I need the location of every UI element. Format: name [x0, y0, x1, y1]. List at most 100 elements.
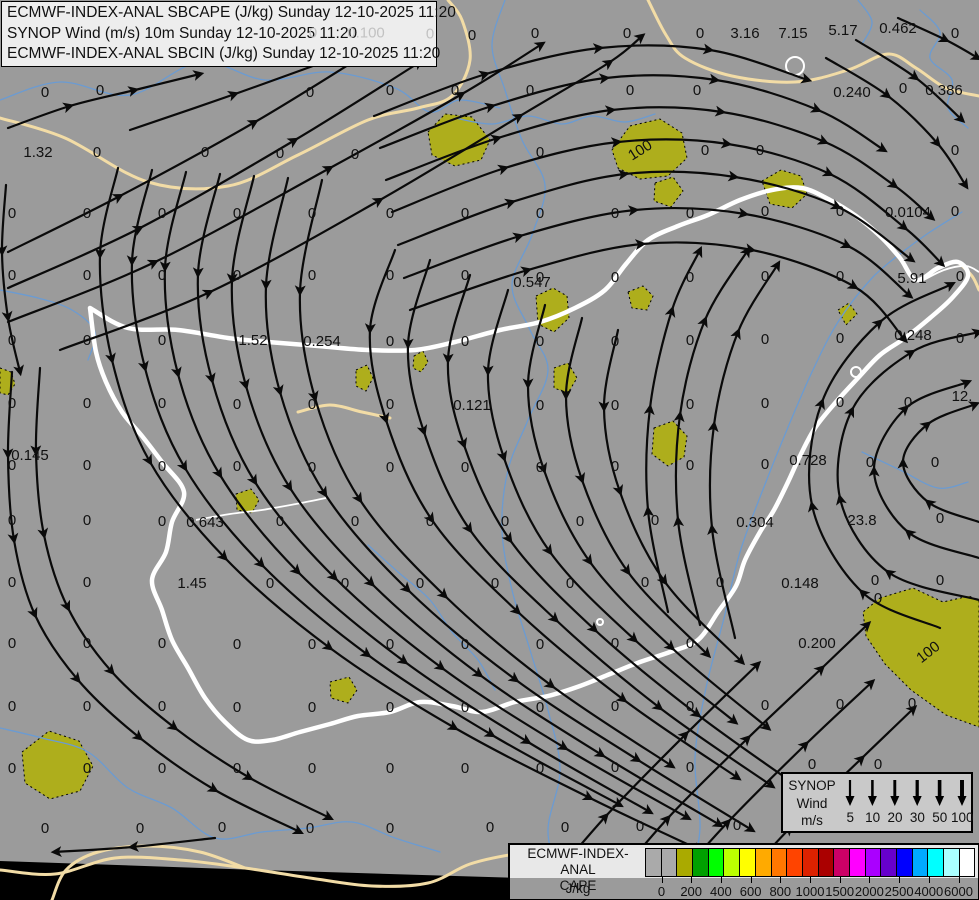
- svg-text:0: 0: [536, 144, 544, 161]
- svg-text:0: 0: [276, 145, 284, 162]
- title-line-sbcape: ECMWF-INDEX-ANAL SBCAPE (J/kg) Sunday 12…: [7, 4, 456, 21]
- svg-text:0: 0: [276, 513, 284, 530]
- svg-text:0: 0: [536, 333, 544, 350]
- svg-text:0: 0: [686, 396, 694, 413]
- cape-tick-mark: [928, 876, 930, 883]
- synop-wind-legend: SYNOP Wind m/s 5 10 20 30 50 100: [781, 772, 973, 833]
- svg-text:0: 0: [611, 458, 619, 475]
- svg-text:0: 0: [158, 458, 166, 475]
- cape-tick-mark: [839, 876, 841, 883]
- svg-text:0: 0: [83, 205, 91, 222]
- svg-text:0: 0: [686, 698, 694, 715]
- svg-text:0.148: 0.148: [781, 575, 819, 592]
- svg-text:0: 0: [951, 25, 959, 42]
- svg-text:1.52: 1.52: [238, 332, 267, 349]
- wind-speed-values: 5 10 20 30 50 100: [839, 810, 973, 825]
- cape-color-cell: [754, 848, 772, 877]
- svg-text:0: 0: [951, 203, 959, 220]
- svg-text:0: 0: [308, 636, 316, 653]
- cape-color-cell: [692, 848, 709, 877]
- svg-text:0: 0: [158, 267, 166, 284]
- svg-text:0: 0: [956, 330, 964, 347]
- svg-text:0: 0: [233, 267, 241, 284]
- svg-text:0: 0: [8, 635, 16, 652]
- svg-text:0: 0: [761, 395, 769, 412]
- svg-text:0: 0: [491, 575, 499, 592]
- svg-text:0: 0: [8, 267, 16, 284]
- cape-color-cell: [911, 848, 929, 877]
- cape-color-cell: [817, 848, 835, 877]
- wind-speed-value: 20: [887, 810, 903, 825]
- svg-text:0: 0: [733, 817, 741, 834]
- cape-legend-unit: J/kg: [565, 881, 591, 896]
- svg-text:0: 0: [501, 513, 509, 530]
- svg-text:0: 0: [233, 396, 241, 413]
- cape-tick-mark: [691, 876, 693, 883]
- svg-text:0: 0: [461, 333, 469, 350]
- svg-text:0: 0: [201, 144, 209, 161]
- svg-text:0: 0: [761, 456, 769, 473]
- cape-color-cell: [770, 848, 788, 877]
- svg-text:0: 0: [93, 144, 101, 161]
- cape-tick-label: 6000: [944, 884, 973, 899]
- title-line-sbcin: ECMWF-INDEX-ANAL SBCIN (J/kg) Sunday 12-…: [7, 45, 441, 62]
- svg-text:0: 0: [461, 636, 469, 653]
- svg-text:0: 0: [233, 636, 241, 653]
- synop-legend-labels: SYNOP Wind m/s: [785, 777, 839, 830]
- svg-text:0: 0: [461, 760, 469, 777]
- svg-text:0: 0: [808, 756, 816, 773]
- svg-text:0: 0: [41, 84, 49, 101]
- svg-text:0: 0: [83, 760, 91, 777]
- svg-text:0: 0: [536, 459, 544, 476]
- svg-text:0: 0: [576, 513, 584, 530]
- svg-text:0: 0: [386, 82, 394, 99]
- svg-text:0: 0: [351, 513, 359, 530]
- svg-text:0: 0: [701, 142, 709, 159]
- svg-text:0: 0: [899, 80, 907, 97]
- svg-text:0: 0: [761, 331, 769, 348]
- svg-text:0: 0: [561, 819, 569, 836]
- synop-legend-title: SYNOP: [788, 778, 836, 793]
- svg-text:0: 0: [761, 268, 769, 285]
- cape-tick-mark: [661, 876, 663, 883]
- svg-text:0: 0: [461, 267, 469, 284]
- svg-text:0: 0: [306, 820, 314, 837]
- svg-text:1.45: 1.45: [177, 575, 206, 592]
- svg-text:5.17: 5.17: [828, 22, 857, 39]
- svg-text:0: 0: [233, 458, 241, 475]
- cape-tick-mark: [780, 876, 782, 883]
- svg-text:0.728: 0.728: [789, 452, 827, 469]
- svg-text:0: 0: [8, 332, 16, 349]
- svg-text:0: 0: [386, 333, 394, 350]
- cape-tick-mark: [869, 876, 871, 883]
- svg-text:0: 0: [233, 760, 241, 777]
- svg-text:0: 0: [308, 396, 316, 413]
- svg-text:0.0104: 0.0104: [885, 204, 931, 221]
- svg-text:0.547: 0.547: [513, 274, 551, 291]
- synop-legend-wind-label: Wind: [796, 795, 828, 811]
- svg-text:0: 0: [536, 699, 544, 716]
- cape-tick-mark: [899, 876, 901, 883]
- svg-text:0: 0: [308, 205, 316, 222]
- weather-map: 0 0 0 0 0 0 0 0 0 0 0 0 0 0 0 0 0 0 0 0 0 0 0 0 0 0 0 0 0 0 0 0 0 0 0 0 0 0 0 0…: [0, 0, 979, 900]
- svg-text:0.248: 0.248: [894, 327, 932, 344]
- svg-text:0.145: 0.145: [11, 447, 49, 464]
- svg-text:0: 0: [426, 513, 434, 530]
- svg-text:0: 0: [461, 699, 469, 716]
- svg-text:12.: 12.: [952, 388, 973, 405]
- cape-color-cell: [660, 848, 678, 877]
- cape-color-cell: [927, 848, 945, 877]
- svg-text:0.254: 0.254: [303, 333, 341, 350]
- svg-text:0: 0: [761, 697, 769, 714]
- svg-text:0: 0: [536, 760, 544, 777]
- faint-station-value: 0.100: [347, 24, 385, 42]
- svg-text:0: 0: [158, 395, 166, 412]
- cape-color-scale: [645, 848, 976, 877]
- svg-text:0: 0: [233, 699, 241, 716]
- svg-text:0: 0: [693, 82, 701, 99]
- cape-color-cell: [739, 848, 756, 877]
- svg-text:0: 0: [686, 332, 694, 349]
- svg-text:0: 0: [8, 760, 16, 777]
- svg-text:0: 0: [83, 457, 91, 474]
- svg-text:0: 0: [611, 269, 619, 286]
